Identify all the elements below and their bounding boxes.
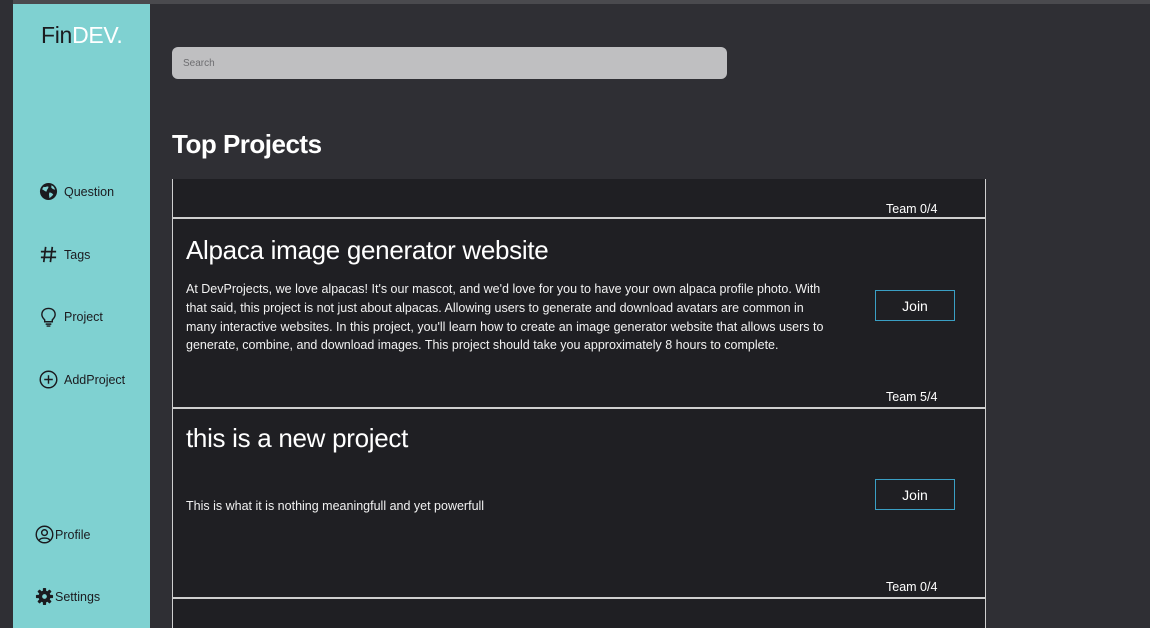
sidebar-item-label: Settings <box>55 589 101 604</box>
project-description: This is what it is nothing meaningfull a… <box>186 499 485 513</box>
project-title: this is a new project <box>186 423 409 453</box>
sidebar-item-label: Profile <box>55 527 91 542</box>
search-input[interactable] <box>172 47 727 79</box>
sidebar-item-label: Project <box>64 310 103 324</box>
sidebar-item-label: Tags <box>64 247 91 262</box>
team-count: Team 0/4 <box>886 202 938 216</box>
project-list[interactable]: Team 0/4 Alpaca image generator website … <box>172 179 986 628</box>
section-title: Top Projects <box>172 129 322 159</box>
sidebar-item-label: AddProject <box>64 372 126 387</box>
sidebar-item-project[interactable]: Project <box>39 306 103 328</box>
sidebar-item-label: Question <box>64 184 115 199</box>
logo-main: Fin <box>41 22 73 48</box>
project-title: Alpaca image generator website <box>186 235 549 265</box>
globe-icon <box>39 182 58 201</box>
hash-icon <box>39 245 58 264</box>
sidebar-item-profile[interactable]: Profile <box>35 525 90 544</box>
lightbulb-icon <box>39 306 58 328</box>
user-circle-icon <box>35 525 54 544</box>
team-count: Team 5/4 <box>886 390 938 404</box>
sidebar: FinDEV. Question Tags Project AddProject… <box>13 4 150 628</box>
team-count: Team 0/4 <box>886 580 938 594</box>
sidebar-item-settings[interactable]: Settings <box>35 587 100 606</box>
logo[interactable]: FinDEV. <box>41 22 123 49</box>
sidebar-item-question[interactable]: Question <box>39 182 114 201</box>
plus-circle-icon <box>39 370 58 389</box>
sidebar-item-addproject[interactable]: AddProject <box>39 370 125 389</box>
project-description: At DevProjects, we love alpacas! It's ou… <box>186 282 824 353</box>
project-card: Team 0/4 <box>173 179 985 219</box>
sidebar-item-tags[interactable]: Tags <box>39 245 90 264</box>
project-card: Alpaca image generator website At DevPro… <box>173 219 985 409</box>
project-card: this is a new project This is what it is… <box>173 409 985 599</box>
logo-accent: DEV. <box>72 22 123 48</box>
join-button[interactable]: Join <box>875 479 955 510</box>
main-content: Top Projects Team 0/4 Alpaca image gener… <box>150 4 1150 628</box>
gear-icon <box>35 587 54 606</box>
window-left-gap <box>0 0 13 628</box>
join-button[interactable]: Join <box>875 290 955 321</box>
